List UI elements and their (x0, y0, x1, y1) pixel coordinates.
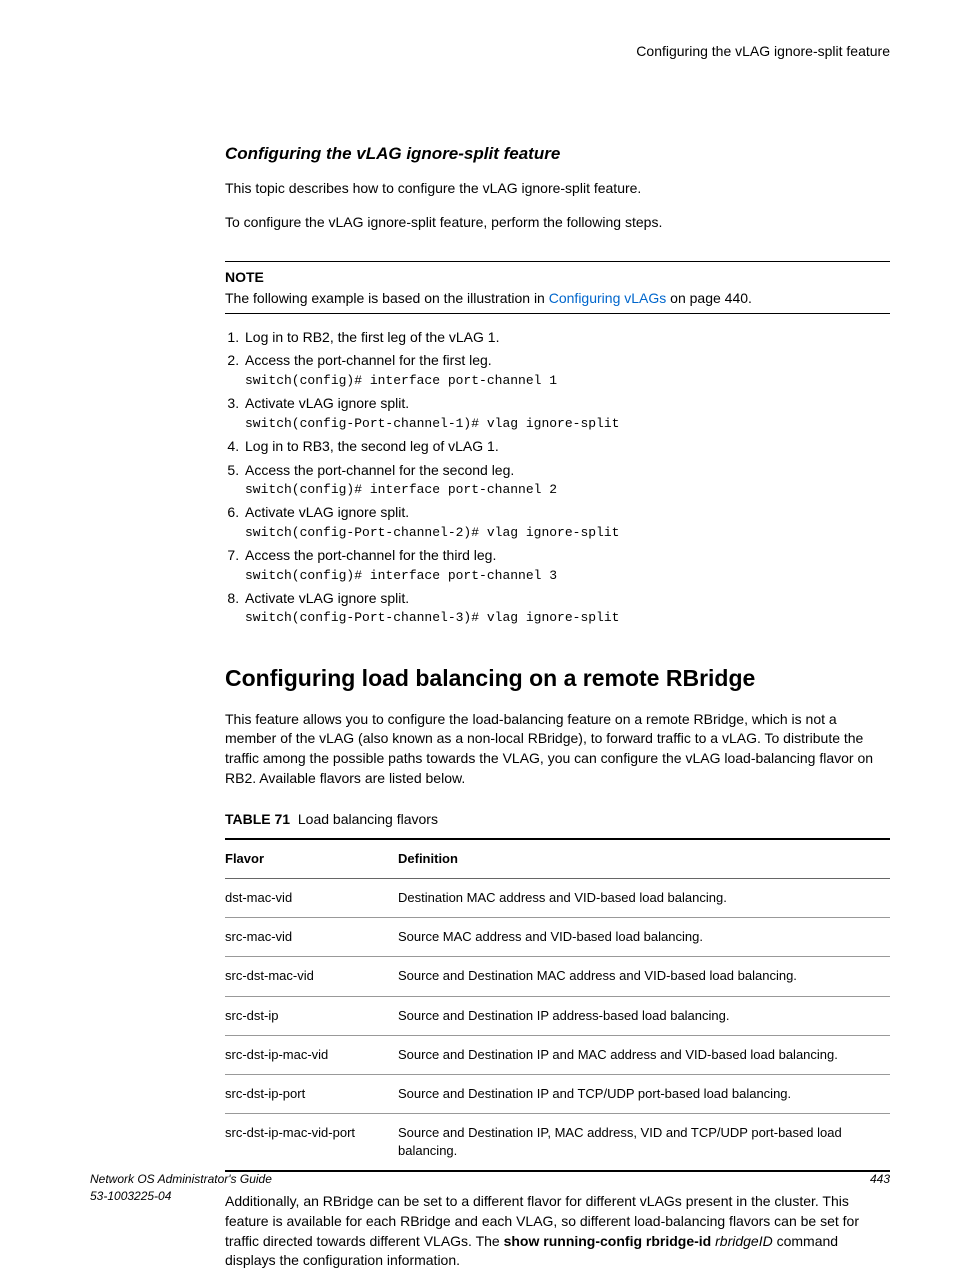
table-row: src-dst-ipSource and Destination IP addr… (225, 996, 890, 1035)
table-row: src-dst-ip-mac-vidSource and Destination… (225, 1035, 890, 1074)
steps-list: Log in to RB2, the first leg of the vLAG… (225, 328, 890, 628)
after-table-italic: rbridgeID (711, 1233, 772, 1249)
flavor-cell: src-dst-ip-port (225, 1074, 398, 1113)
h2-body: This feature allows you to configure the… (225, 710, 890, 788)
step-text: Activate vLAG ignore split. (245, 504, 409, 520)
intro-paragraph-2: To configure the vLAG ignore-split featu… (225, 213, 890, 233)
step-item: Access the port-channel for the first le… (243, 351, 890, 390)
step-text: Access the port-channel for the third le… (245, 547, 496, 563)
after-table-bold: show running-config rbridge-id (504, 1233, 712, 1249)
step-item: Access the port-channel for the second l… (243, 461, 890, 500)
intro-paragraph-1: This topic describes how to configure th… (225, 179, 890, 199)
note-label: NOTE (225, 268, 890, 288)
section-body: This topic describes how to configure th… (225, 179, 890, 232)
note-link[interactable]: Configuring vLAGs (549, 290, 667, 306)
table-header-definition: Definition (398, 839, 890, 879)
flavor-cell: src-dst-ip-mac-vid (225, 1035, 398, 1074)
step-item: Log in to RB3, the second leg of vLAG 1. (243, 437, 890, 457)
definition-cell: Source MAC address and VID-based load ba… (398, 918, 890, 957)
footer-line-2: 53-1003225-04 (90, 1188, 890, 1205)
table-row: dst-mac-vidDestination MAC address and V… (225, 878, 890, 917)
step-command: switch(config)# interface port-channel 3 (245, 567, 890, 585)
footer-line-1: Network OS Administrator's Guide (90, 1171, 890, 1188)
table-header-flavor: Flavor (225, 839, 398, 879)
table-row: src-dst-ip-mac-vid-portSource and Destin… (225, 1114, 890, 1172)
step-text: Log in to RB3, the second leg of vLAG 1. (245, 438, 499, 454)
table-row: src-dst-mac-vidSource and Destination MA… (225, 957, 890, 996)
note-prefix: The following example is based on the il… (225, 290, 549, 306)
flavor-cell: src-dst-ip (225, 996, 398, 1035)
definition-cell: Source and Destination IP, MAC address, … (398, 1114, 890, 1172)
definition-cell: Source and Destination IP and MAC addres… (398, 1035, 890, 1074)
table-label: TABLE 71 (225, 811, 290, 827)
page-number: 443 (870, 1171, 890, 1188)
step-item: Activate vLAG ignore split. switch(config… (243, 394, 890, 433)
definition-cell: Source and Destination MAC address and V… (398, 957, 890, 996)
flavor-cell: src-dst-mac-vid (225, 957, 398, 996)
definition-cell: Source and Destination IP and TCP/UDP po… (398, 1074, 890, 1113)
h2-paragraph: This feature allows you to configure the… (225, 710, 890, 788)
step-command: switch(config)# interface port-channel 1 (245, 372, 890, 390)
step-item: Activate vLAG ignore split. switch(config… (243, 589, 890, 628)
flavor-cell: src-mac-vid (225, 918, 398, 957)
table-title: Load balancing flavors (298, 811, 438, 827)
step-command: switch(config-Port-channel-2)# vlag igno… (245, 524, 890, 542)
table-row: src-mac-vidSource MAC address and VID-ba… (225, 918, 890, 957)
definition-cell: Destination MAC address and VID-based lo… (398, 878, 890, 917)
page-footer: 443 Network OS Administrator's Guide 53-… (90, 1171, 890, 1205)
note-text: The following example is based on the il… (225, 289, 890, 309)
flavor-cell: dst-mac-vid (225, 878, 398, 917)
step-text: Access the port-channel for the first le… (245, 352, 492, 368)
note-suffix: on page 440. (666, 290, 752, 306)
step-text: Access the port-channel for the second l… (245, 462, 514, 478)
step-item: Access the port-channel for the third le… (243, 546, 890, 585)
heading-load-balancing: Configuring load balancing on a remote R… (225, 662, 890, 694)
step-command: switch(config-Port-channel-1)# vlag igno… (245, 415, 890, 433)
step-text: Activate vLAG ignore split. (245, 395, 409, 411)
step-text: Log in to RB2, the first leg of the vLAG… (245, 329, 499, 345)
table-row: src-dst-ip-portSource and Destination IP… (225, 1074, 890, 1113)
table-caption: TABLE 71 Load balancing flavors (225, 810, 890, 830)
flavors-table: Flavor Definition dst-mac-vidDestination… (225, 838, 890, 1173)
flavor-cell: src-dst-ip-mac-vid-port (225, 1114, 398, 1172)
section-title: Configuring the vLAG ignore-split featur… (225, 142, 890, 166)
step-command: switch(config-Port-channel-3)# vlag igno… (245, 609, 890, 627)
running-head: Configuring the vLAG ignore-split featur… (90, 42, 890, 62)
page: Configuring the vLAG ignore-split featur… (0, 0, 954, 1235)
table-header-row: Flavor Definition (225, 839, 890, 879)
definition-cell: Source and Destination IP address-based … (398, 996, 890, 1035)
step-item: Log in to RB2, the first leg of the vLAG… (243, 328, 890, 348)
note-rule-bottom (225, 313, 890, 314)
step-text: Activate vLAG ignore split. (245, 590, 409, 606)
step-item: Activate vLAG ignore split. switch(config… (243, 503, 890, 542)
step-command: switch(config)# interface port-channel 2 (245, 481, 890, 499)
note-rule-top (225, 261, 890, 262)
